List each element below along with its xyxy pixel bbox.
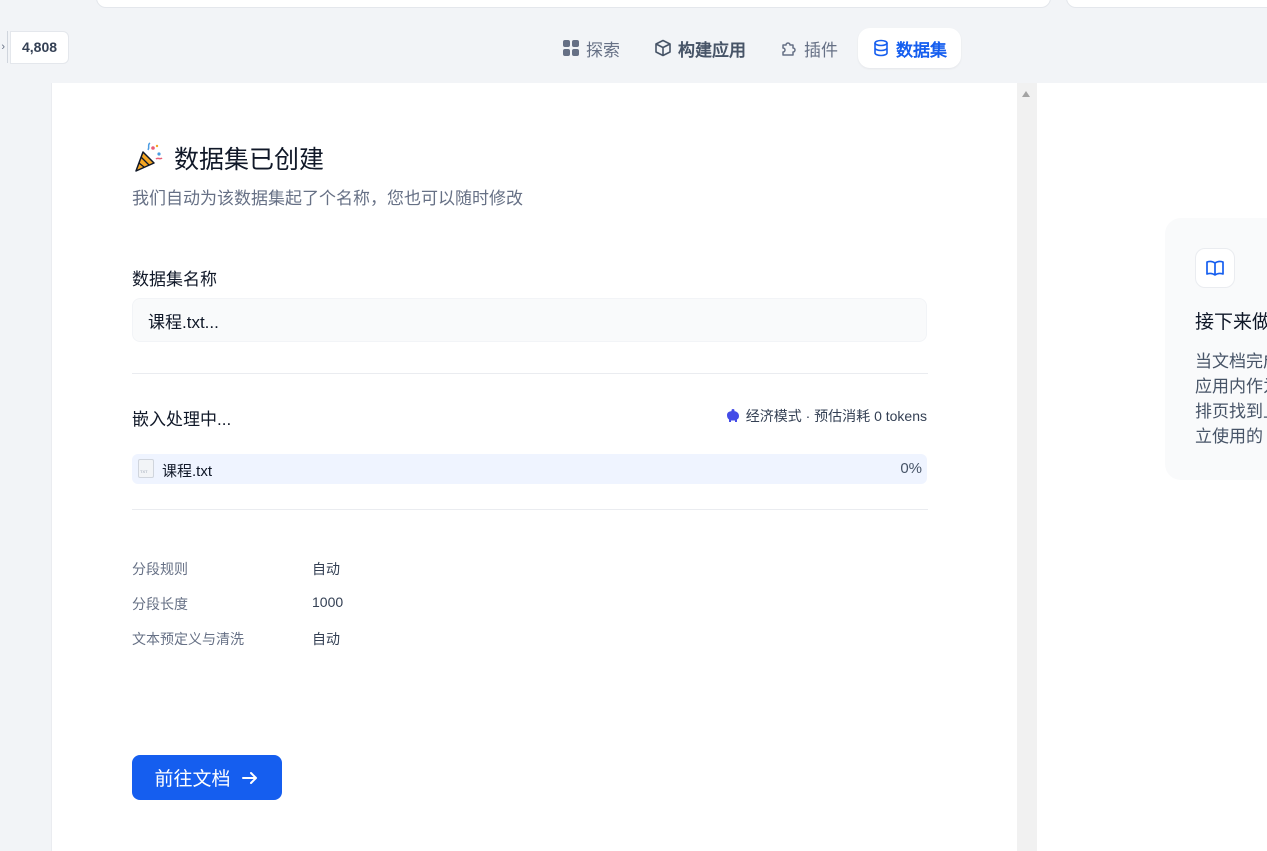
nav-plugins[interactable]: 插件 [766, 28, 852, 68]
rule-row-text-preprocessing: 文本预定义与清洗 自动 [132, 629, 340, 649]
rule-value: 自动 [312, 631, 340, 647]
dataset-name-label: 数据集名称 [132, 270, 217, 289]
go-to-documents-label: 前往文档 [154, 769, 231, 790]
rule-key: 分段规则 [132, 561, 188, 577]
address-bar[interactable] [96, 0, 1051, 8]
grid-icon [563, 40, 579, 56]
tip-icon-box [1195, 248, 1235, 288]
toolbar-pill[interactable] [1066, 0, 1267, 8]
piggy-bank-icon [726, 409, 739, 422]
app-header: › 4,808 探索 构建应用 插件 数据集 [0, 12, 1267, 83]
file-progress-row: 课程.txt 0% [132, 454, 927, 484]
tip-title: 接下来做什么 [1195, 312, 1267, 333]
embedding-status-label: 嵌入处理中... [132, 410, 232, 429]
party-popper-icon [135, 142, 163, 172]
nav-build-apps[interactable]: 构建应用 [640, 28, 760, 68]
scroll-up-arrow-icon[interactable] [1022, 91, 1030, 97]
github-star-count[interactable]: 4,808 [10, 31, 70, 64]
scrollbar[interactable] [1017, 83, 1037, 851]
page-title: 数据集已创建 [174, 146, 325, 174]
nav-datasets-label: 数据集 [896, 40, 947, 60]
page-subtitle: 我们自动为该数据集起了个名称，您也可以随时修改 [132, 189, 523, 208]
tip-line: 排页找到上下文设置， [1195, 402, 1267, 421]
dataset-name-input[interactable] [132, 298, 927, 342]
rule-row-segment-rule: 分段规则 自动 [132, 559, 340, 579]
nav-explore-label: 探索 [586, 40, 620, 60]
nav-datasets[interactable]: 数据集 [858, 28, 961, 68]
browser-top-strip [0, 0, 1267, 12]
divider [132, 509, 928, 510]
txt-file-icon [138, 459, 154, 478]
book-open-icon [1206, 260, 1224, 276]
nav-build-apps-label: 构建应用 [678, 40, 746, 60]
divider [132, 373, 928, 374]
puzzle-icon [782, 42, 796, 56]
file-progress-percent: 0% [900, 460, 922, 477]
indexing-mode-text: 经济模式 · 预估消耗 0 tokens [745, 408, 927, 424]
tip-line: 立使用的 [1195, 427, 1263, 446]
go-to-documents-button[interactable]: 前往文档 [132, 755, 282, 800]
nav-plugins-label: 插件 [804, 40, 838, 60]
main-nav: 探索 构建应用 插件 数据集 [548, 28, 961, 68]
cube-icon [655, 39, 671, 57]
tip-line: 应用内作为上下文使用， [1195, 377, 1267, 396]
tip-body: 当文档完成索引处理后， 应用内作为上下文使用， 排页找到上下文设置， 立使用的 [1195, 349, 1267, 449]
rule-value: 1000 [312, 594, 344, 610]
next-steps-tip-card: 接下来做什么 当文档完成索引处理后， 应用内作为上下文使用， 排页找到上下文设置… [1165, 218, 1267, 480]
rule-key: 分段长度 [132, 596, 188, 612]
tip-line: 当文档完成索引处理后， [1195, 352, 1267, 371]
file-name: 课程.txt [162, 463, 213, 480]
arrow-right-icon [241, 771, 257, 784]
github-star-button[interactable]: › [0, 31, 8, 63]
rule-value: 自动 [312, 561, 340, 577]
rule-key: 文本预定义与清洗 [132, 631, 244, 647]
rule-row-segment-length: 分段长度 1000 [132, 594, 343, 614]
page-title-row: 数据集已创建 [132, 140, 324, 176]
indexing-mode: 经济模式 · 预估消耗 0 tokens [725, 406, 927, 426]
database-icon [874, 39, 888, 57]
nav-explore[interactable]: 探索 [548, 28, 634, 68]
